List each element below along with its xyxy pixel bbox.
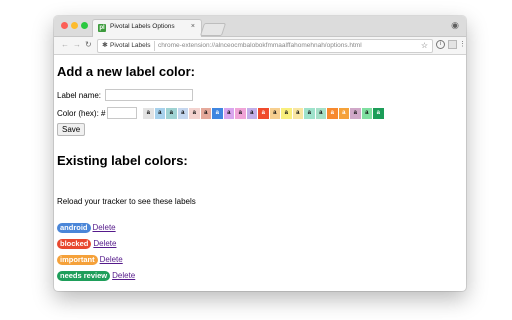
close-window-button[interactable] bbox=[61, 22, 68, 29]
reload-icon[interactable]: ↻ bbox=[85, 40, 92, 49]
label-row: android Delete bbox=[57, 222, 116, 233]
tab-pivotal-labels-options[interactable]: pl Pivotal Labels Options × bbox=[92, 19, 202, 37]
info-icon[interactable]: i bbox=[436, 40, 445, 49]
url-path: chrome-extension://alnceocmbalobokfmmaal… bbox=[158, 42, 362, 49]
label-pill: important bbox=[57, 254, 98, 265]
star-icon[interactable]: ☆ bbox=[421, 41, 428, 51]
color-hex-label: Color (hex): # bbox=[57, 109, 106, 118]
color-swatch[interactable]: a bbox=[281, 108, 292, 119]
kebab-menu-icon[interactable]: ⋮ bbox=[458, 40, 466, 49]
profile-icon[interactable]: ◉ bbox=[450, 20, 460, 30]
zoom-window-button[interactable] bbox=[81, 22, 88, 29]
label-name-label: Label name: bbox=[57, 91, 102, 100]
color-swatch[interactable]: a bbox=[235, 108, 246, 119]
minimize-window-button[interactable] bbox=[71, 22, 78, 29]
color-swatch[interactable]: a bbox=[200, 108, 211, 119]
url-separator bbox=[154, 41, 155, 51]
color-swatch[interactable]: a bbox=[189, 108, 200, 119]
color-swatch[interactable]: a bbox=[154, 108, 165, 119]
label-row: blocked Delete bbox=[57, 238, 116, 249]
delete-link[interactable]: Delete bbox=[112, 271, 135, 280]
color-swatch[interactable]: a bbox=[258, 108, 269, 119]
color-swatch[interactable]: a bbox=[166, 108, 177, 119]
color-swatch[interactable]: a bbox=[327, 108, 338, 119]
label-row: important Delete bbox=[57, 254, 123, 265]
delete-link[interactable]: Delete bbox=[93, 223, 116, 232]
label-pill: needs review bbox=[57, 270, 111, 281]
tab-close-icon[interactable]: × bbox=[191, 23, 195, 30]
title-bar: pl Pivotal Labels Options × ◉ bbox=[54, 16, 466, 37]
color-swatch[interactable]: a bbox=[373, 108, 384, 119]
browser-window: pl Pivotal Labels Options × ◉ ← → ↻ ✱ Pi… bbox=[54, 16, 466, 291]
color-swatch[interactable]: a bbox=[143, 108, 154, 119]
color-swatch[interactable]: a bbox=[315, 108, 326, 119]
color-hex-input[interactable] bbox=[107, 107, 137, 119]
color-swatch[interactable]: a bbox=[304, 108, 315, 119]
delete-link[interactable]: Delete bbox=[93, 239, 116, 248]
color-swatch[interactable]: a bbox=[223, 108, 234, 119]
extension-button-icon[interactable] bbox=[448, 40, 457, 49]
label-pill: blocked bbox=[57, 238, 92, 249]
reload-note: Reload your tracker to see these labels bbox=[57, 197, 196, 206]
browser-toolbar: ← → ↻ ✱ Pivotal Labels chrome-extension:… bbox=[54, 37, 466, 55]
color-swatch-palette: aaaaaaaaaaaaaaaaaaaaa bbox=[143, 108, 384, 119]
puzzle-icon: ✱ bbox=[102, 42, 108, 49]
color-swatch[interactable]: a bbox=[177, 108, 188, 119]
address-bar[interactable]: ✱ Pivotal Labels chrome-extension://alnc… bbox=[97, 39, 433, 53]
color-swatch[interactable]: a bbox=[350, 108, 361, 119]
color-swatch[interactable]: a bbox=[292, 108, 303, 119]
delete-link[interactable]: Delete bbox=[100, 255, 123, 264]
back-arrow-icon[interactable]: ← bbox=[61, 40, 69, 49]
color-swatch[interactable]: a bbox=[338, 108, 349, 119]
forward-arrow-icon[interactable]: → bbox=[73, 40, 81, 49]
save-button[interactable]: Save bbox=[57, 123, 86, 136]
label-pill: android bbox=[57, 222, 91, 233]
tab-title: Pivotal Labels Options bbox=[110, 23, 175, 30]
color-swatch[interactable]: a bbox=[269, 108, 280, 119]
url-origin: Pivotal Labels bbox=[110, 42, 151, 49]
color-swatch[interactable]: a bbox=[361, 108, 372, 119]
color-swatch[interactable]: a bbox=[212, 108, 223, 119]
new-tab-button[interactable] bbox=[199, 23, 227, 36]
favicon-icon: pl bbox=[98, 24, 106, 32]
label-row: needs review Delete bbox=[57, 270, 135, 281]
color-swatch[interactable]: a bbox=[246, 108, 257, 119]
label-name-input[interactable] bbox=[105, 89, 193, 101]
existing-labels-heading: Existing label colors: bbox=[57, 153, 188, 168]
add-label-heading: Add a new label color: bbox=[57, 64, 195, 79]
